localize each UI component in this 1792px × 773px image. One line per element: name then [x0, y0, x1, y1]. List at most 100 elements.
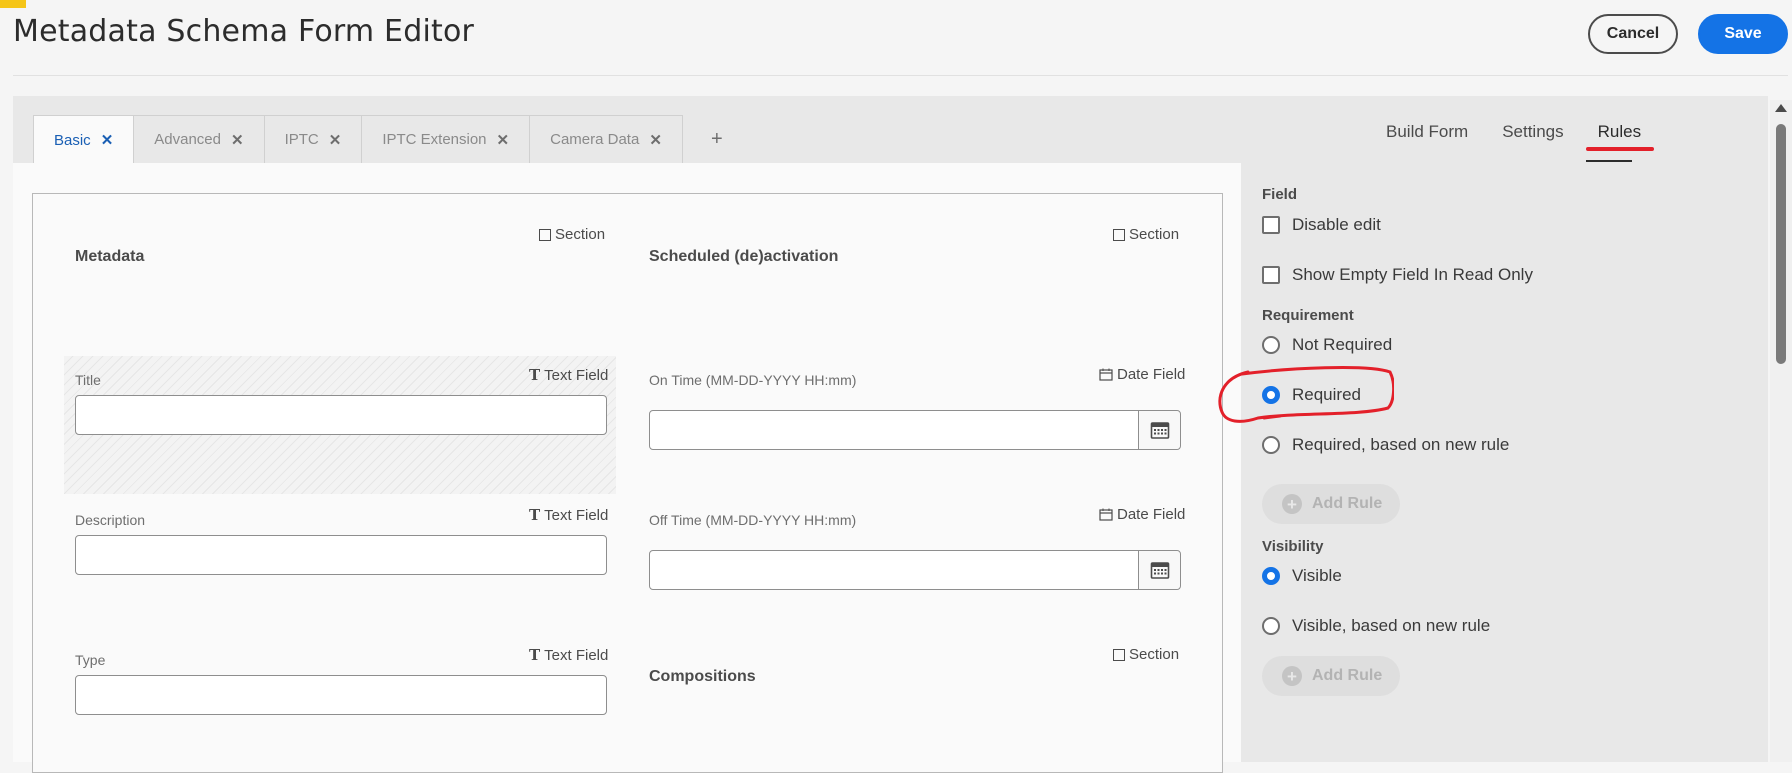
form-frame: Section Metadata T Text Field Title T Te… — [32, 193, 1223, 773]
field-type-date: Date Field — [1099, 506, 1185, 523]
off-time-date-picker[interactable] — [649, 550, 1181, 590]
field-type-text: T Text Field — [529, 366, 608, 384]
calendar-icon — [1150, 562, 1169, 579]
radio-selected-icon[interactable] — [1262, 567, 1280, 585]
section-checkbox-icon — [1113, 648, 1125, 661]
off-time-label: Off Time (MM-DD-YYYY HH:mm) — [649, 512, 857, 528]
title-input[interactable] — [75, 395, 607, 435]
plus-circle-icon: + — [1282, 666, 1302, 686]
page-title: Metadata Schema Form Editor — [13, 14, 475, 49]
schema-tabs: Basic ✕ Advanced ✕ IPTC ✕ IPTC Extension… — [33, 115, 752, 164]
visibility-group-title: Visibility — [1262, 538, 1324, 555]
tab-label: Camera Data — [550, 131, 640, 148]
section-title-metadata: Metadata — [75, 248, 145, 265]
annotation-circle — [1218, 366, 1394, 423]
tab-camera-data[interactable]: Camera Data ✕ — [529, 115, 683, 163]
tab-label: IPTC Extension — [382, 131, 487, 148]
calendar-icon — [1099, 508, 1113, 521]
visible-label: Visible — [1292, 566, 1342, 585]
field-type-label: Date Field — [1117, 506, 1186, 523]
calendar-icon — [1150, 422, 1169, 439]
field-type-date: Date Field — [1099, 366, 1185, 383]
field-type-text: T Text Field — [529, 646, 608, 664]
tab-build-form[interactable]: Build Form — [1386, 122, 1468, 142]
title-label: Title — [75, 372, 101, 388]
text-type-icon: T — [529, 366, 541, 384]
field-type-label: Text Field — [544, 506, 609, 524]
description-input[interactable] — [75, 535, 607, 575]
on-time-label: On Time (MM-DD-YYYY HH:mm) — [649, 372, 857, 388]
close-icon[interactable]: ✕ — [101, 131, 114, 149]
on-time-input[interactable] — [650, 411, 1138, 449]
radio-visible-rule[interactable]: Visible, based on new rule — [1262, 616, 1490, 636]
off-time-input[interactable] — [650, 551, 1138, 589]
disable-edit-checkbox[interactable]: Disable edit — [1262, 215, 1381, 235]
field-type-label: Text Field — [544, 366, 609, 384]
close-icon[interactable]: ✕ — [329, 131, 342, 149]
radio-icon[interactable] — [1262, 336, 1280, 354]
radio-visible[interactable]: Visible — [1262, 566, 1342, 586]
cancel-button[interactable]: Cancel — [1588, 14, 1678, 54]
requirement-group-title: Requirement — [1262, 307, 1354, 324]
field-type-label: Date Field — [1117, 366, 1186, 383]
text-type-icon: T — [529, 646, 541, 664]
calendar-button[interactable] — [1138, 551, 1180, 589]
type-label: Type — [75, 652, 106, 668]
section-checkbox-icon — [1113, 228, 1125, 241]
show-empty-checkbox[interactable]: Show Empty Field In Read Only — [1262, 265, 1533, 285]
section-title-compositions: Compositions — [649, 668, 756, 685]
tab-settings[interactable]: Settings — [1502, 122, 1563, 142]
checkbox-icon[interactable] — [1262, 266, 1280, 284]
radio-required-rule[interactable]: Required, based on new rule — [1262, 435, 1509, 455]
section-badge[interactable]: Section — [539, 226, 605, 243]
section-badge-label: Section — [555, 226, 606, 243]
not-required-label: Not Required — [1292, 335, 1393, 354]
plus-circle-icon: + — [1282, 494, 1302, 514]
add-rule-button-visibility[interactable]: + Add Rule — [1262, 656, 1400, 696]
calendar-icon — [1099, 368, 1113, 381]
tab-basic[interactable]: Basic ✕ — [33, 115, 135, 164]
type-input[interactable] — [75, 675, 607, 715]
tab-advanced[interactable]: Advanced ✕ — [133, 115, 265, 163]
save-button[interactable]: Save — [1698, 14, 1788, 54]
field-type-label: Text Field — [544, 646, 609, 664]
text-type-icon: T — [529, 506, 541, 524]
active-tab-indicator — [1586, 160, 1632, 162]
section-title-scheduled: Scheduled (de)activation — [649, 248, 839, 265]
section-badge-label: Section — [1129, 226, 1180, 243]
vertical-scrollbar[interactable] — [1770, 100, 1792, 762]
add-tab-button[interactable]: + — [682, 115, 752, 163]
scroll-thumb[interactable] — [1776, 124, 1786, 364]
tab-label: Advanced — [154, 131, 221, 148]
close-icon[interactable]: ✕ — [649, 131, 662, 149]
field-group-title: Field — [1262, 186, 1298, 203]
tab-iptc-extension[interactable]: IPTC Extension ✕ — [361, 115, 531, 163]
field-type-text: T Text Field — [529, 506, 608, 524]
scroll-up-arrow-icon[interactable] — [1775, 104, 1787, 112]
add-rule-label: Add Rule — [1312, 495, 1383, 512]
add-rule-label: Add Rule — [1312, 667, 1383, 684]
calendar-button[interactable] — [1138, 411, 1180, 449]
tab-label: IPTC — [284, 131, 319, 148]
editor-view-tabs: Build Form Settings Rules — [1386, 122, 1641, 142]
header-divider — [13, 75, 1788, 76]
required-rule-label: Required, based on new rule — [1292, 435, 1510, 454]
close-icon[interactable]: ✕ — [497, 131, 510, 149]
annotation-underline — [1586, 147, 1654, 151]
radio-icon[interactable] — [1262, 436, 1280, 454]
add-rule-button-requirement[interactable]: + Add Rule — [1262, 484, 1400, 524]
visible-rule-label: Visible, based on new rule — [1292, 616, 1491, 635]
tab-iptc[interactable]: IPTC ✕ — [263, 115, 363, 163]
section-checkbox-icon — [539, 228, 551, 241]
tab-rules[interactable]: Rules — [1598, 122, 1641, 142]
checkbox-icon[interactable] — [1262, 216, 1280, 234]
section-badge[interactable]: Section — [1113, 646, 1179, 663]
header: Metadata Schema Form Editor Cancel Save — [0, 0, 1792, 76]
on-time-date-picker[interactable] — [649, 410, 1181, 450]
radio-icon[interactable] — [1262, 617, 1280, 635]
show-empty-label: Show Empty Field In Read Only — [1292, 265, 1533, 284]
form-canvas: Section Metadata T Text Field Title T Te… — [13, 163, 1241, 773]
close-icon[interactable]: ✕ — [231, 131, 244, 149]
radio-not-required[interactable]: Not Required — [1262, 335, 1392, 355]
section-badge[interactable]: Section — [1113, 226, 1179, 243]
